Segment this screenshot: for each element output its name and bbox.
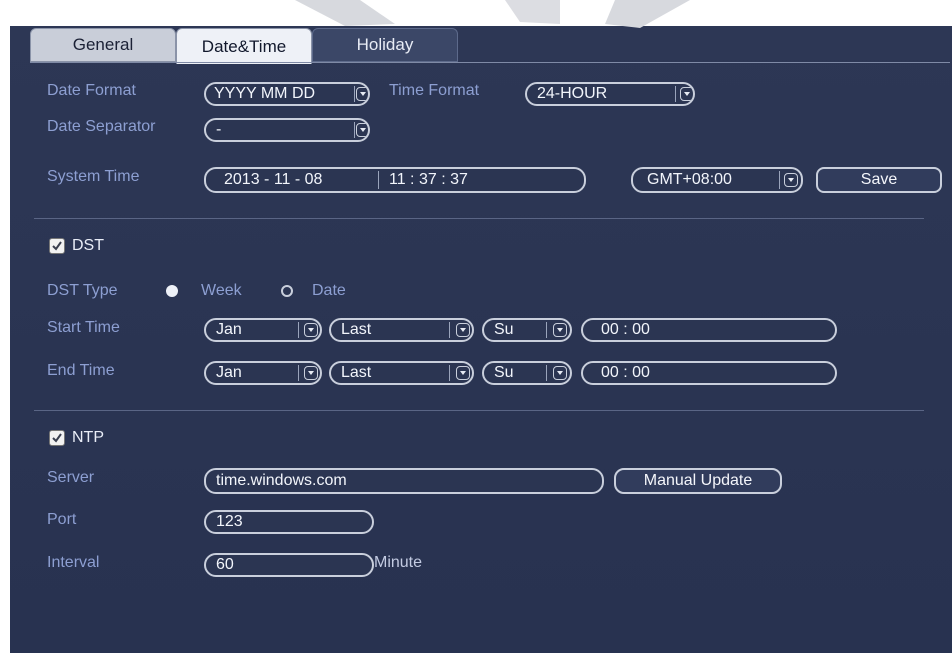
manual-update-button[interactable]: Manual Update [614,468,782,494]
tab-general[interactable]: General [30,28,176,62]
server-value: time.windows.com [216,472,347,489]
date-format-select[interactable]: YYYY MM DD [204,82,370,106]
dst-type-week-label: Week [201,282,242,299]
tab-date-time-label: Date&Time [201,36,287,56]
chevron-down-icon [456,323,470,337]
chevron-down-icon [553,323,567,337]
dropdown-separator [449,322,450,338]
end-month-select[interactable]: Jan [204,361,322,385]
tab-general-label: General [72,35,134,54]
dst-type-label: DST Type [47,282,118,299]
timezone-select[interactable]: GMT+08:00 [631,167,803,193]
date-format-value: YYYY MM DD [214,85,316,102]
end-time-field[interactable]: 00 : 00 [581,361,837,385]
dst-type-date-label: Date [312,282,346,299]
dst-type-week-radio[interactable] [166,285,178,297]
section-divider [34,410,924,411]
interval-unit-label: Minute [374,554,423,571]
dropdown-separator [354,122,355,138]
ntp-checkbox[interactable] [49,430,65,446]
date-separator-label: Date Separator [47,118,156,135]
chevron-down-icon [356,123,368,137]
start-time-label: Start Time [47,319,120,336]
chevron-down-icon [304,323,318,337]
time-format-value: 24-HOUR [537,85,608,102]
chevron-down-icon [356,87,368,101]
checkmark-icon [52,241,62,251]
end-month-value: Jan [216,364,242,381]
dropdown-separator [298,365,299,381]
start-time-field[interactable]: 00 : 00 [581,318,837,342]
dst-checkbox[interactable] [49,238,65,254]
dst-label: DST [72,237,104,254]
server-label: Server [47,469,95,486]
chevron-down-icon [553,366,567,380]
end-day-select[interactable]: Su [482,361,572,385]
port-value: 123 [216,513,243,530]
save-button-label: Save [860,171,898,188]
chevron-down-icon [784,173,798,187]
end-week-value: Last [341,364,372,381]
start-week-value: Last [341,321,372,338]
dropdown-separator [675,86,676,102]
system-time-date[interactable]: 2013 - 11 - 08 [224,171,378,189]
server-input[interactable]: time.windows.com [204,468,604,494]
start-day-value: Su [494,321,514,338]
port-input[interactable]: 123 [204,510,374,534]
time-format-label: Time Format [389,82,480,99]
dropdown-separator [354,86,355,102]
system-time-label: System Time [47,168,140,185]
chevron-down-icon [456,366,470,380]
dropdown-separator [546,322,547,338]
dropdown-separator [449,365,450,381]
dropdown-separator [546,365,547,381]
tab-content-border [30,62,950,63]
end-time-value: 00 : 00 [601,364,650,381]
checkmark-icon [52,433,62,443]
system-time-field[interactable]: 2013 - 11 - 08 11 : 37 : 37 [204,167,586,193]
date-format-label: Date Format [47,82,136,99]
end-week-select[interactable]: Last [329,361,474,385]
date-separator-select[interactable]: - [204,118,370,142]
start-day-select[interactable]: Su [482,318,572,342]
section-divider [34,218,924,219]
date-separator-value: - [216,121,222,138]
save-button[interactable]: Save [816,167,942,193]
tab-holiday[interactable]: Holiday [312,28,458,62]
time-format-select[interactable]: 24-HOUR [525,82,695,106]
start-month-select[interactable]: Jan [204,318,322,342]
interval-input[interactable]: 60 [204,553,374,577]
tab-date-time[interactable]: Date&Time [176,28,312,64]
manual-update-label: Manual Update [643,472,753,489]
start-week-select[interactable]: Last [329,318,474,342]
chevron-down-icon [680,87,693,101]
ntp-label: NTP [72,429,104,446]
dropdown-separator [298,322,299,338]
interval-label: Interval [47,554,100,571]
chevron-down-icon [304,366,318,380]
interval-value: 60 [216,556,234,573]
start-month-value: Jan [216,321,242,338]
timezone-value: GMT+08:00 [647,171,732,188]
tab-holiday-label: Holiday [356,35,414,54]
system-time-clock[interactable]: 11 : 37 : 37 [378,171,468,189]
end-time-label: End Time [47,362,115,379]
dst-type-date-radio[interactable] [281,285,293,297]
start-time-value: 00 : 00 [601,321,650,338]
dropdown-separator [779,171,780,189]
port-label: Port [47,511,77,528]
end-day-value: Su [494,364,514,381]
